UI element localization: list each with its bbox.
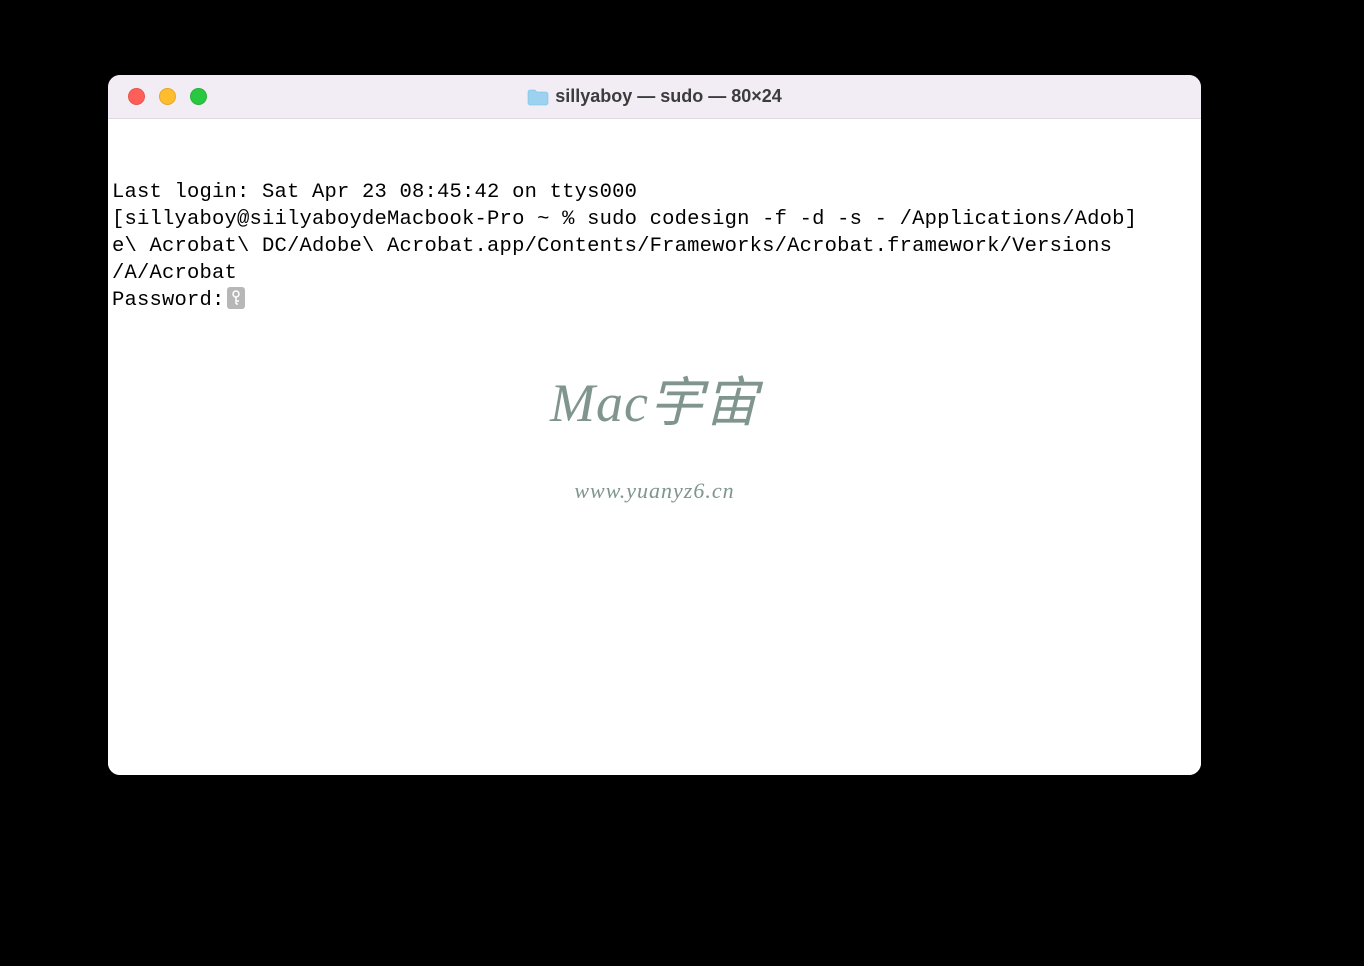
watermark-title: Mac宇宙 xyxy=(550,390,759,417)
password-prompt: Password: xyxy=(112,289,225,312)
folder-icon xyxy=(527,88,549,106)
close-button[interactable] xyxy=(128,88,145,105)
watermark: Mac宇宙 www.yuanyz6.cn xyxy=(550,336,759,558)
window-title: sillyaboy — sudo — 80×24 xyxy=(555,86,782,107)
watermark-url: www.yuanyz6.cn xyxy=(550,477,759,504)
terminal-line-command-3: /A/Acrobat xyxy=(112,260,1197,287)
terminal-window: sillyaboy — sudo — 80×24 Last login: Sat… xyxy=(108,75,1201,775)
terminal-body[interactable]: Last login: Sat Apr 23 08:45:42 on ttys0… xyxy=(108,119,1201,775)
maximize-button[interactable] xyxy=(190,88,207,105)
terminal-line-command-2: e\ Acrobat\ DC/Adobe\ Acrobat.app/Conten… xyxy=(112,233,1197,260)
terminal-line-command-1: [sillyaboy@siilyaboydeMacbook-Pro ~ % su… xyxy=(112,206,1197,233)
minimize-button[interactable] xyxy=(159,88,176,105)
key-icon xyxy=(227,287,245,309)
title-center: sillyaboy — sudo — 80×24 xyxy=(108,86,1201,107)
titlebar[interactable]: sillyaboy — sudo — 80×24 xyxy=(108,75,1201,119)
terminal-line-last-login: Last login: Sat Apr 23 08:45:42 on ttys0… xyxy=(112,179,1197,206)
traffic-lights xyxy=(128,88,207,105)
